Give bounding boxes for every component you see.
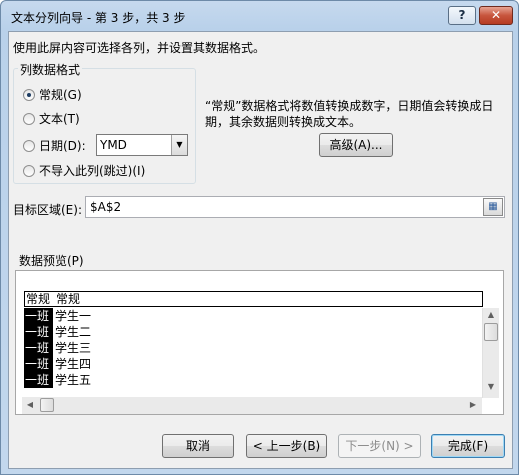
preview-header-col1[interactable]: 常规 <box>25 292 54 306</box>
radio-date-label: 日期(D): <box>39 139 86 153</box>
preview-cell[interactable]: 学生五 <box>55 372 91 388</box>
preview-header-col2[interactable]: 常规 <box>56 292 80 306</box>
radio-skip-label: 不导入此列(跳过)(I) <box>39 164 146 178</box>
help-button[interactable]: ? <box>448 6 476 25</box>
finish-button[interactable]: 完成(F) <box>431 434 505 458</box>
radio-text-icon[interactable] <box>23 112 35 125</box>
dialog-title: 文本分列向导 - 第 3 步，共 3 步 <box>11 11 186 25</box>
vertical-scroll-thumb[interactable] <box>484 323 498 341</box>
radio-general[interactable]: 常规(G) <box>23 86 82 103</box>
preview-cell[interactable]: 学生二 <box>55 324 91 340</box>
radio-skip-icon[interactable] <box>23 164 35 177</box>
column-format-legend: 列数据格式 <box>18 61 83 78</box>
target-range-value: $A$2 <box>90 200 122 214</box>
radio-date[interactable]: 日期(D): <box>23 137 86 154</box>
scroll-left-icon[interactable]: ◀ <box>22 400 38 409</box>
preview-label: 数据预览(P) <box>19 254 84 268</box>
radio-date-icon[interactable] <box>23 139 35 152</box>
preview-header-row: 常规 常规 <box>24 291 483 307</box>
cancel-button[interactable]: 取消 <box>162 434 234 458</box>
horizontal-scroll-thumb[interactable] <box>40 398 54 412</box>
scroll-up-icon[interactable]: ▲ <box>483 310 499 319</box>
scroll-down-icon[interactable]: ▼ <box>483 382 499 391</box>
date-format-select[interactable]: YMD ▼ <box>96 134 188 156</box>
back-button[interactable]: < 上一步(B) <box>246 434 327 458</box>
table-row: 一班 学生三 <box>24 340 483 356</box>
radio-text[interactable]: 文本(T) <box>23 110 80 127</box>
text-to-columns-dialog: 文本分列向导 - 第 3 步，共 3 步 ? ✕ 使用此屏内容可选择各列，并设置… <box>0 0 519 475</box>
preview-cell[interactable]: 一班 <box>24 340 53 356</box>
preview-cell[interactable]: 一班 <box>24 356 53 372</box>
target-range-input[interactable]: $A$2 ▦ <box>85 196 505 218</box>
preview-cell[interactable]: 学生三 <box>55 340 91 356</box>
instruction-text: 使用此屏内容可选择各列，并设置其数据格式。 <box>13 41 266 55</box>
target-range-label: 目标区域(E): <box>13 203 82 217</box>
radio-text-label: 文本(T) <box>39 112 80 126</box>
preview-cell[interactable]: 一班 <box>24 324 53 340</box>
scroll-right-icon[interactable]: ▶ <box>465 400 481 409</box>
radio-skip[interactable]: 不导入此列(跳过)(I) <box>23 162 145 179</box>
preview-cell[interactable]: 一班 <box>24 372 53 388</box>
preview-cell[interactable]: 学生一 <box>55 308 91 324</box>
table-row: 一班 学生二 <box>24 324 483 340</box>
close-button[interactable]: ✕ <box>479 6 513 25</box>
radio-general-label: 常规(G) <box>39 88 82 102</box>
title-bar[interactable]: 文本分列向导 - 第 3 步，共 3 步 ? ✕ <box>1 1 518 31</box>
table-row: 一班 学生一 <box>24 308 483 324</box>
next-button[interactable]: 下一步(N) > <box>338 434 421 458</box>
date-format-value: YMD <box>100 138 127 152</box>
format-description: “常规”数据格式将数值转换成数字，日期值会转换成日期，其余数据则转换成文本。 <box>205 99 494 129</box>
preview-cell[interactable]: 一班 <box>24 308 53 324</box>
chevron-down-icon[interactable]: ▼ <box>171 135 187 155</box>
table-row: 一班 学生五 <box>24 372 483 388</box>
radio-general-icon[interactable] <box>23 88 35 101</box>
preview-horizontal-scrollbar[interactable]: ◀ ▶ <box>22 397 482 414</box>
range-select-icon[interactable]: ▦ <box>483 198 503 216</box>
preview-vertical-scrollbar[interactable]: ▲ ▼ <box>482 308 499 398</box>
table-row: 一班 学生四 <box>24 356 483 372</box>
data-preview[interactable]: 常规 常规 一班 学生一 一班 学生二 一班 学生三 一班 学生四 一班 学生五 <box>15 270 504 415</box>
dialog-body: 使用此屏内容可选择各列，并设置其数据格式。 列数据格式 常规(G) 文本(T) … <box>8 31 513 469</box>
advanced-button[interactable]: 高级(A)... <box>319 133 393 157</box>
preview-cell[interactable]: 学生四 <box>55 356 91 372</box>
